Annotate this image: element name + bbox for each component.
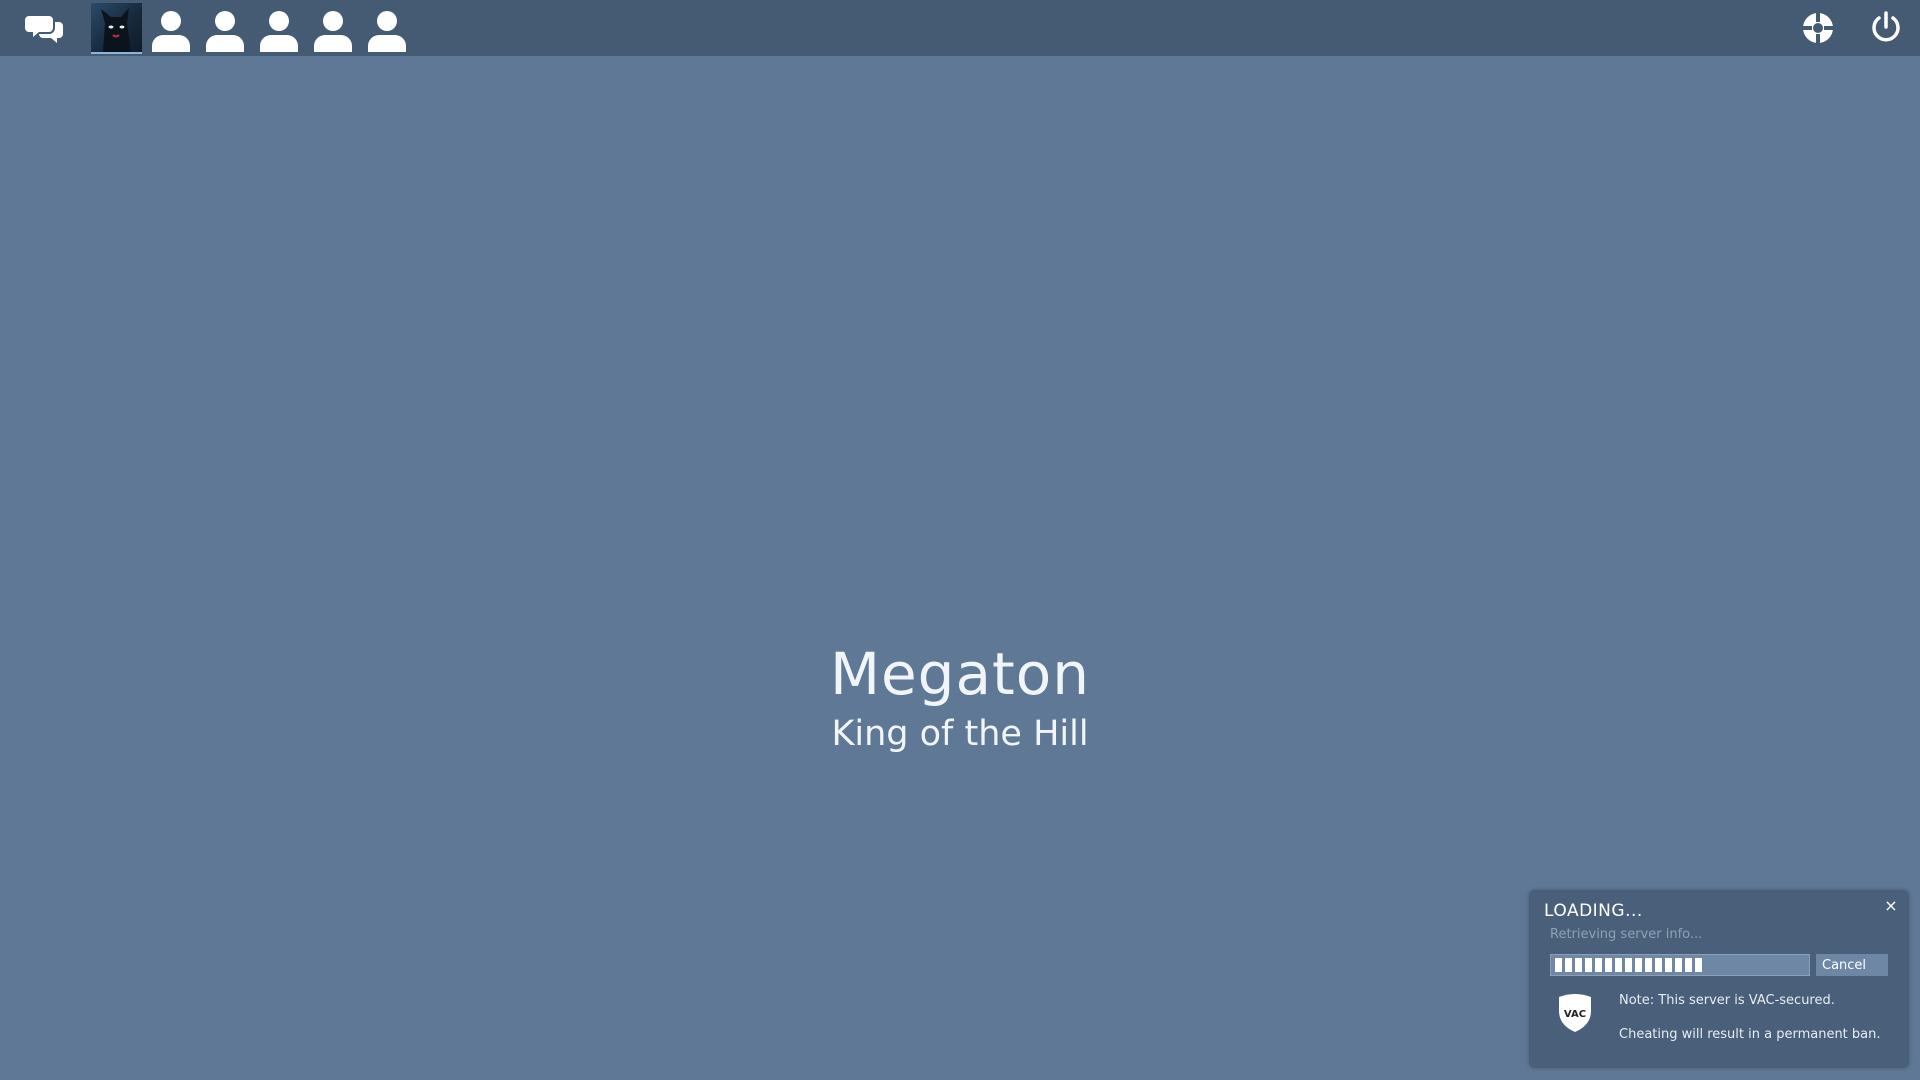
- party-slot-empty[interactable]: [311, 8, 355, 52]
- vac-note: Note: This server is VAC-secured.: [1619, 993, 1835, 1008]
- progress-segment: [1675, 958, 1682, 972]
- progress-segment: [1665, 958, 1672, 972]
- vac-badge-text: VAC: [1564, 1009, 1586, 1020]
- person-icon: [152, 11, 190, 52]
- party-slot-empty[interactable]: [149, 8, 193, 52]
- person-icon: [314, 11, 352, 52]
- progress-segment: [1585, 958, 1592, 972]
- party-slot-empty[interactable]: [257, 8, 301, 52]
- progress-segment: [1555, 958, 1562, 972]
- progress-segment: [1565, 958, 1572, 972]
- person-icon: [206, 11, 244, 52]
- progress-segment: [1645, 958, 1652, 972]
- progress-segment: [1655, 958, 1662, 972]
- map-name: Megaton: [829, 640, 1091, 708]
- top-navigation-bar: [0, 0, 1920, 56]
- close-icon[interactable]: ×: [1881, 896, 1901, 916]
- power-icon[interactable]: [1862, 0, 1910, 56]
- cancel-button[interactable]: Cancel: [1816, 954, 1888, 976]
- progress-fill: [1555, 958, 1702, 972]
- progress-segment: [1635, 958, 1642, 972]
- progress-segment: [1605, 958, 1612, 972]
- settings-gear-icon[interactable]: [1794, 0, 1842, 56]
- black-cat-avatar-icon: [101, 8, 131, 52]
- loading-dialog: LOADING... × Retrieving server info... C…: [1529, 890, 1909, 1068]
- progress-segment: [1685, 958, 1692, 972]
- progress-segment: [1575, 958, 1582, 972]
- loading-title: LOADING...: [1544, 901, 1643, 921]
- vac-shield-icon: VAC: [1557, 993, 1593, 1033]
- person-icon: [368, 11, 406, 52]
- player-avatar[interactable]: [91, 3, 142, 54]
- loading-progress-bar: [1550, 954, 1810, 976]
- progress-segment: [1615, 958, 1622, 972]
- progress-segment: [1695, 958, 1702, 972]
- chat-bubbles-icon[interactable]: [18, 0, 72, 56]
- progress-segment: [1625, 958, 1632, 972]
- person-icon: [260, 11, 298, 52]
- progress-segment: [1595, 958, 1602, 972]
- game-mode: King of the Hill: [831, 714, 1089, 754]
- party-slot-empty[interactable]: [203, 8, 247, 52]
- loading-status: Retrieving server info...: [1550, 927, 1703, 942]
- party-slot-empty[interactable]: [365, 8, 409, 52]
- cheating-warning: Cheating will result in a permanent ban.: [1619, 1027, 1881, 1042]
